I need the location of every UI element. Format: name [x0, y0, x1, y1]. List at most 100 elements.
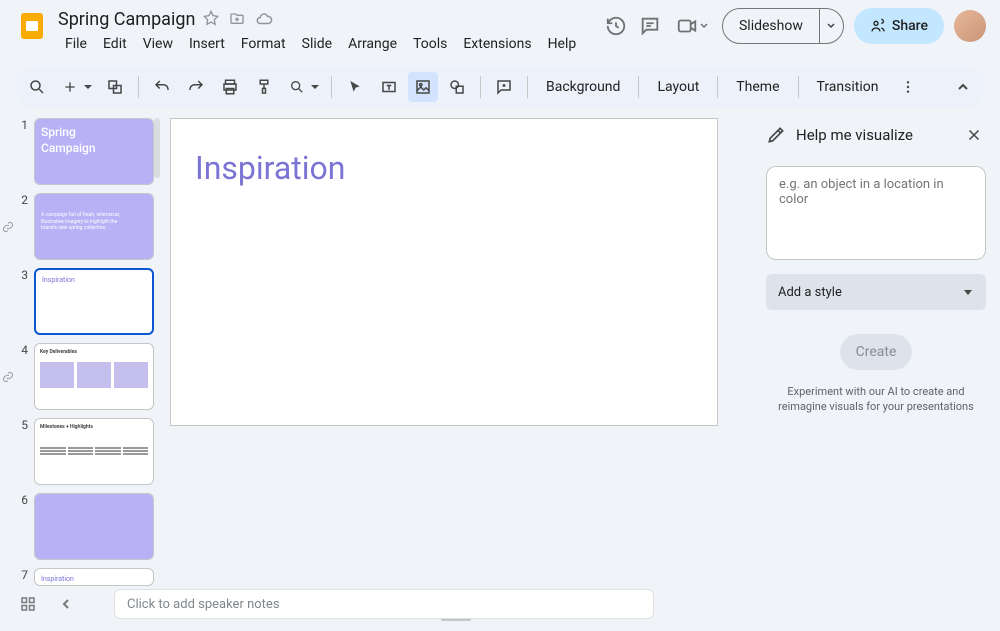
slide-thumb-4[interactable]: 4 Key Deliverables: [18, 343, 156, 410]
history-icon[interactable]: [604, 14, 628, 38]
panel-title: Help me visualize: [796, 126, 952, 144]
cursor-icon: [347, 79, 363, 95]
slide-thumb-5[interactable]: 5 Milestones + Highlights: [18, 418, 156, 485]
link-icon: [2, 221, 14, 233]
zoom-icon: [289, 79, 305, 95]
grid-icon: [19, 595, 37, 613]
more-button[interactable]: [893, 72, 923, 102]
collapse-toolbar-button[interactable]: [948, 72, 978, 102]
shape-icon: [448, 78, 466, 96]
help-me-visualize-panel: Help me visualize Add a style Create Exp…: [752, 108, 1000, 631]
plus-icon: [62, 79, 78, 95]
templates-icon: [106, 78, 124, 96]
slide-thumb-3[interactable]: 3 Inspiration: [18, 268, 156, 335]
separator: [527, 76, 528, 98]
textbox-button[interactable]: [374, 72, 404, 102]
search-icon: [28, 78, 46, 96]
create-button[interactable]: Create: [840, 334, 912, 370]
pencil-icon: [766, 125, 786, 145]
people-icon: [870, 18, 886, 34]
prompt-input[interactable]: [766, 166, 986, 260]
comment-button[interactable]: [489, 72, 519, 102]
share-button[interactable]: Share: [854, 8, 944, 44]
separator: [717, 76, 718, 98]
search-button[interactable]: [22, 72, 52, 102]
link-icon: [2, 371, 14, 383]
close-button[interactable]: [962, 123, 986, 147]
menu-slide[interactable]: Slide: [295, 32, 339, 56]
grid-view-button[interactable]: [14, 590, 42, 618]
menu-view[interactable]: View: [136, 32, 180, 56]
menu-extensions[interactable]: Extensions: [456, 32, 538, 56]
redo-button[interactable]: [181, 72, 211, 102]
slide-number: 4: [18, 343, 28, 410]
menu-arrange[interactable]: Arrange: [341, 32, 404, 56]
comment-icon: [495, 78, 513, 96]
textbox-icon: [380, 78, 398, 96]
slide-thumb-2[interactable]: 2 A campaign full of fresh, whimsical, i…: [18, 193, 156, 260]
prev-slide-button[interactable]: [52, 590, 80, 618]
menu-insert[interactable]: Insert: [182, 32, 232, 56]
separator: [798, 76, 799, 98]
paint-format-button[interactable]: [249, 72, 279, 102]
slide-thumb-1[interactable]: 1 Spring Campaign: [18, 118, 156, 185]
separator: [480, 76, 481, 98]
slide-canvas[interactable]: Inspiration: [170, 118, 718, 426]
print-button[interactable]: [215, 72, 245, 102]
undo-icon: [153, 78, 171, 96]
templates-button[interactable]: [100, 72, 130, 102]
slideshow-label[interactable]: Slideshow: [723, 18, 819, 34]
slideshow-button[interactable]: Slideshow: [722, 8, 844, 44]
select-button[interactable]: [340, 72, 370, 102]
menu-bar: File Edit View Insert Format Slide Arran…: [58, 32, 583, 56]
new-slide-button[interactable]: [56, 72, 96, 102]
zoom-button[interactable]: [283, 72, 323, 102]
paint-icon: [255, 78, 273, 96]
slide-number: 3: [18, 268, 28, 335]
close-icon: [965, 126, 983, 144]
avatar[interactable]: [954, 10, 986, 42]
star-icon[interactable]: [203, 10, 221, 28]
layout-button[interactable]: Layout: [647, 79, 709, 95]
theme-button[interactable]: Theme: [726, 79, 789, 95]
menu-help[interactable]: Help: [541, 32, 584, 56]
speaker-notes[interactable]: Click to add speaker notes: [114, 589, 654, 619]
print-icon: [221, 78, 239, 96]
meet-icon[interactable]: [672, 14, 712, 38]
slides-logo[interactable]: [14, 8, 50, 44]
more-icon: [900, 79, 916, 95]
menu-file[interactable]: File: [58, 32, 94, 56]
background-button[interactable]: Background: [536, 79, 630, 95]
image-button[interactable]: [408, 72, 438, 102]
toolbar: Background Layout Theme Transition: [14, 66, 986, 108]
canvas-area: Inspiration: [160, 108, 752, 631]
slide-number: 2: [18, 193, 28, 260]
style-dropdown[interactable]: Add a style: [766, 274, 986, 310]
slide-number: 1: [18, 118, 28, 185]
slide-number: 5: [18, 418, 28, 485]
undo-button[interactable]: [147, 72, 177, 102]
doc-title[interactable]: Spring Campaign: [58, 9, 195, 30]
redo-icon: [187, 78, 205, 96]
slide-title[interactable]: Inspiration: [195, 149, 693, 187]
panel-hint: Experiment with our AI to create and rei…: [766, 384, 986, 415]
menu-tools[interactable]: Tools: [406, 32, 454, 56]
shape-button[interactable]: [442, 72, 472, 102]
slide-panel[interactable]: 1 Spring Campaign 2 A campaign full of f…: [0, 108, 160, 631]
image-icon: [414, 78, 432, 96]
cloud-icon[interactable]: [255, 10, 273, 28]
menu-edit[interactable]: Edit: [96, 32, 134, 56]
bottom-bar: Click to add speaker notes: [0, 583, 736, 625]
slideshow-dropdown[interactable]: [819, 8, 843, 44]
separator: [331, 76, 332, 98]
separator: [638, 76, 639, 98]
share-label: Share: [892, 18, 928, 34]
comments-icon[interactable]: [638, 14, 662, 38]
menu-format[interactable]: Format: [234, 32, 293, 56]
slide-thumb-6[interactable]: 6: [18, 493, 156, 560]
transition-button[interactable]: Transition: [807, 79, 889, 95]
chevron-left-icon: [59, 597, 73, 611]
separator: [138, 76, 139, 98]
move-icon[interactable]: [229, 10, 247, 28]
slide-number: 6: [18, 493, 28, 560]
